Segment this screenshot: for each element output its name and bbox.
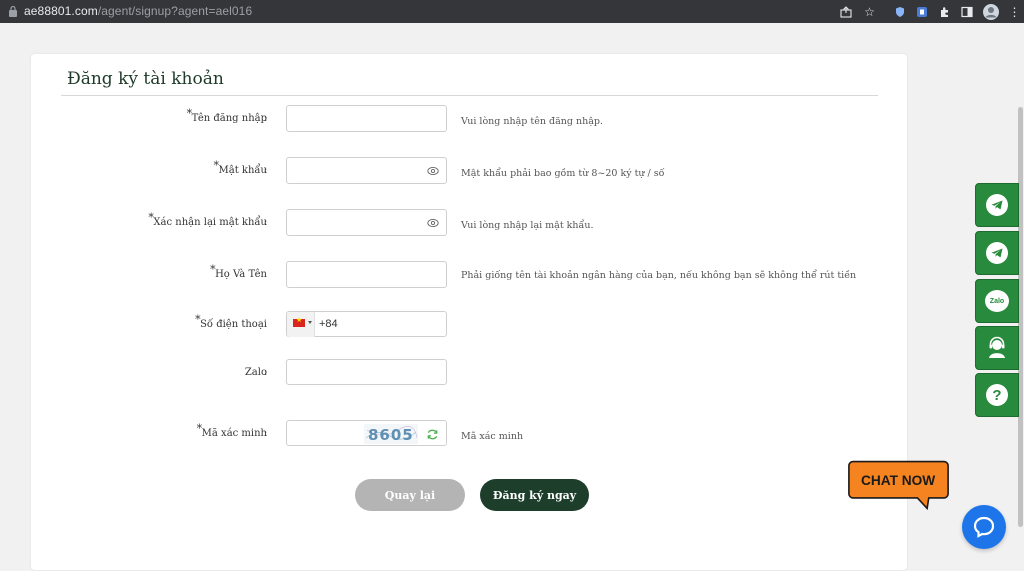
zalo-button[interactable]: Zalo	[975, 279, 1019, 323]
telegram-icon	[986, 194, 1008, 216]
required-star: *	[210, 263, 216, 276]
extension-b-icon[interactable]	[914, 4, 929, 19]
password-label: * Mật khẩu	[213, 159, 267, 176]
signup-card: Đăng ký tài khoản * Tên đăng nhập : Vui …	[31, 54, 907, 570]
title-divider	[61, 95, 878, 96]
profile-avatar-icon[interactable]	[982, 3, 1000, 20]
captcha-input[interactable]: 8605	[286, 420, 447, 446]
captcha-image[interactable]: 8605	[364, 424, 418, 444]
extension-shield-icon[interactable]	[892, 4, 907, 19]
eye-icon[interactable]	[427, 165, 439, 177]
phone-input[interactable]: +84	[286, 311, 447, 337]
address-bar[interactable]: ae88801.com/agent/signup?agent=ael016	[24, 4, 252, 18]
colon: :	[264, 113, 268, 124]
required-star: *	[186, 107, 193, 120]
caret-down-icon	[308, 321, 312, 324]
chat-bubble-icon	[973, 516, 995, 538]
browser-menu-icon[interactable]: ⋮	[1007, 4, 1022, 19]
vietnam-flag-icon	[293, 316, 305, 327]
eye-icon[interactable]	[427, 217, 439, 229]
fullname-label: * Họ Và Tên	[210, 263, 267, 280]
url-path: /agent/signup?agent=ael016	[97, 4, 253, 18]
chat-now-bubble[interactable]: CHAT NOW	[836, 460, 961, 510]
zalo-text: Zalo	[989, 297, 1005, 305]
password-input[interactable]	[286, 157, 447, 184]
phone-value: +84	[319, 318, 338, 330]
colon: :	[264, 217, 268, 228]
username-input[interactable]	[286, 105, 447, 132]
share-icon[interactable]	[838, 4, 853, 19]
confirm-password-label: * Xác nhận lại mật khẩu	[148, 211, 267, 228]
confirm-password-input[interactable]	[286, 209, 447, 236]
telegram-button-2[interactable]	[975, 231, 1019, 275]
colon: :	[264, 367, 268, 378]
browser-toolbar: ae88801.com/agent/signup?agent=ael016 ☆ …	[0, 0, 1024, 23]
zalo-input[interactable]	[286, 359, 447, 385]
captcha-hint: Mã xác minh	[461, 431, 524, 442]
messenger-chat-button[interactable]	[962, 505, 1006, 549]
question-icon: ?	[986, 384, 1008, 406]
chat-now-label: CHAT NOW	[861, 473, 935, 488]
zalo-icon: Zalo	[985, 290, 1009, 312]
fullname-input[interactable]	[286, 261, 447, 288]
password-hint: Mật khẩu phải bao gồm từ 8~20 ký tự / số	[461, 168, 665, 179]
back-button[interactable]: Quay lại	[355, 479, 465, 511]
refresh-icon[interactable]	[426, 428, 439, 441]
fullname-hint: Phải giống tên tài khoản ngân hàng của b…	[461, 270, 857, 281]
lock-icon	[9, 5, 17, 17]
telegram-button-1[interactable]	[975, 183, 1019, 227]
country-code-select[interactable]	[287, 312, 315, 337]
support-agent-button[interactable]	[975, 326, 1019, 370]
url-host: ae88801.com	[24, 4, 98, 18]
extensions-puzzle-icon[interactable]	[937, 4, 952, 19]
page-title: Đăng ký tài khoản	[67, 69, 224, 89]
phone-label: * Số điện thoại	[195, 313, 267, 330]
bookmark-star-icon[interactable]: ☆	[862, 4, 877, 19]
help-button[interactable]: ?	[975, 373, 1019, 417]
required-star: *	[213, 159, 220, 172]
captcha-text: 8605	[368, 426, 414, 444]
required-star: *	[148, 211, 154, 224]
required-star: *	[195, 313, 201, 326]
telegram-icon	[986, 242, 1008, 264]
side-panel-icon[interactable]	[959, 4, 974, 19]
colon: :	[264, 165, 268, 176]
register-button[interactable]: Đăng ký ngay	[480, 479, 589, 511]
support-agent-icon	[989, 336, 1005, 358]
required-star: *	[196, 422, 203, 435]
captcha-label: * Mã xác minh	[196, 422, 267, 439]
username-label: * Tên đăng nhập	[186, 107, 267, 124]
colon: :	[264, 428, 268, 439]
confirm-password-hint: Vui lòng nhập lại mật khẩu.	[461, 220, 594, 231]
username-hint: Vui lòng nhập tên đăng nhập.	[461, 116, 603, 127]
